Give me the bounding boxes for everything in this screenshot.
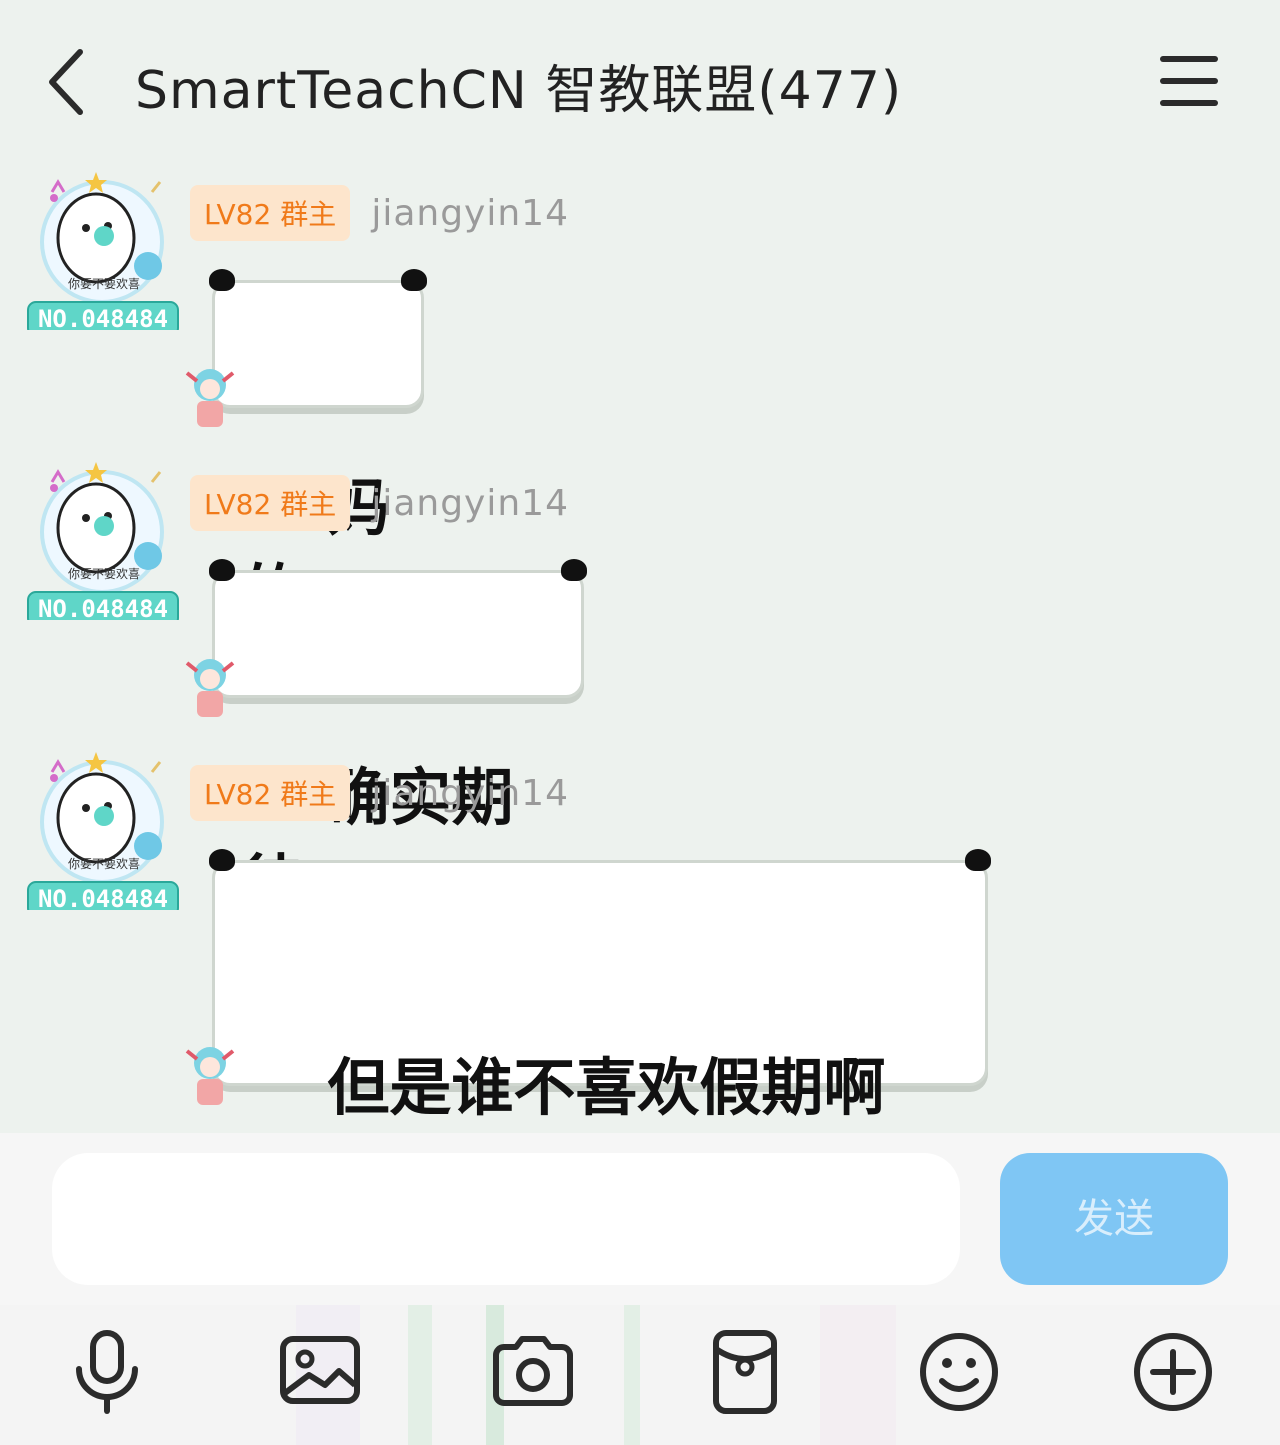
username[interactable]: jiangyin14: [371, 773, 569, 814]
message-item: 你要不要欢喜 NO.048484 LV82 群主 jiangyin14 确实期待: [0, 460, 1280, 920]
microphone-button[interactable]: [62, 1327, 152, 1417]
microphone-icon: [76, 1330, 138, 1414]
bubble-decoration-icon: [185, 659, 235, 717]
red-packet-button[interactable]: [700, 1327, 790, 1417]
avatar-image: 你要不要欢喜 NO.048484: [27, 172, 179, 337]
avatar-image: 你要不要欢喜 NO.048484: [27, 752, 179, 917]
chevron-left-icon: [49, 49, 83, 115]
message-composer: 发送: [0, 1133, 1280, 1305]
plus-icon: [1134, 1333, 1212, 1411]
svg-text:你要不要欢喜: 你要不要欢喜: [68, 566, 140, 581]
svg-text:NO.048484: NO.048484: [38, 305, 168, 330]
input-toolbar: [0, 1305, 1280, 1445]
message-bubble[interactable]: 但是谁不喜欢假期啊 （: [185, 849, 991, 1210]
level-badge: LV82 群主: [190, 475, 351, 531]
username[interactable]: jiangyin14: [371, 483, 569, 524]
svg-text:NO.048484: NO.048484: [38, 885, 168, 910]
more-button[interactable]: [1128, 1327, 1218, 1417]
svg-text:NO.048484: NO.048484: [38, 595, 168, 620]
message-input[interactable]: [52, 1153, 960, 1285]
message-bubble[interactable]: 妈的: [185, 269, 427, 630]
level-badge: LV82 群主: [190, 765, 351, 821]
bubble-decoration-icon: [185, 369, 235, 427]
level-badge: LV82 群主: [190, 185, 351, 241]
svg-text:你要不要欢喜: 你要不要欢喜: [68, 276, 140, 291]
message-item: 你要不要欢喜 NO.048484 LV82 群主 jiangyin14 妈的: [0, 170, 1280, 630]
camera-button[interactable]: [488, 1327, 578, 1417]
image-icon: [280, 1336, 360, 1404]
svg-text:你要不要欢喜: 你要不要欢喜: [68, 856, 140, 871]
bubble-decoration-icon: [185, 1047, 235, 1105]
avatar[interactable]: 你要不要欢喜 NO.048484: [24, 460, 184, 627]
message-bubble[interactable]: 确实期待: [185, 559, 587, 920]
emoji-button[interactable]: [914, 1327, 1004, 1417]
hamburger-menu-icon: [1160, 56, 1218, 62]
send-button[interactable]: 发送: [1000, 1153, 1228, 1285]
message-item: 你要不要欢喜 NO.048484 LV82 群主 jiangyin14 但是谁不…: [0, 750, 1280, 1210]
username[interactable]: jiangyin14: [371, 193, 569, 234]
sender-row: LV82 群主 jiangyin14: [190, 765, 569, 821]
avatar[interactable]: 你要不要欢喜 NO.048484: [24, 750, 184, 917]
avatar-image: 你要不要欢喜 NO.048484: [27, 462, 179, 627]
image-button[interactable]: [275, 1327, 365, 1417]
emoji-icon: [920, 1333, 998, 1411]
back-button[interactable]: [38, 44, 98, 120]
red-packet-icon: [713, 1330, 777, 1414]
sender-row: LV82 群主 jiangyin14: [190, 475, 569, 531]
avatar[interactable]: 你要不要欢喜 NO.048484: [24, 170, 184, 337]
menu-button[interactable]: [1156, 52, 1226, 110]
chat-header: SmartTeachCN 智教联盟(477): [0, 0, 1280, 160]
chat-title[interactable]: SmartTeachCN 智教联盟(477): [135, 48, 902, 123]
sender-row: LV82 群主 jiangyin14: [190, 185, 569, 241]
camera-icon: [493, 1336, 573, 1406]
